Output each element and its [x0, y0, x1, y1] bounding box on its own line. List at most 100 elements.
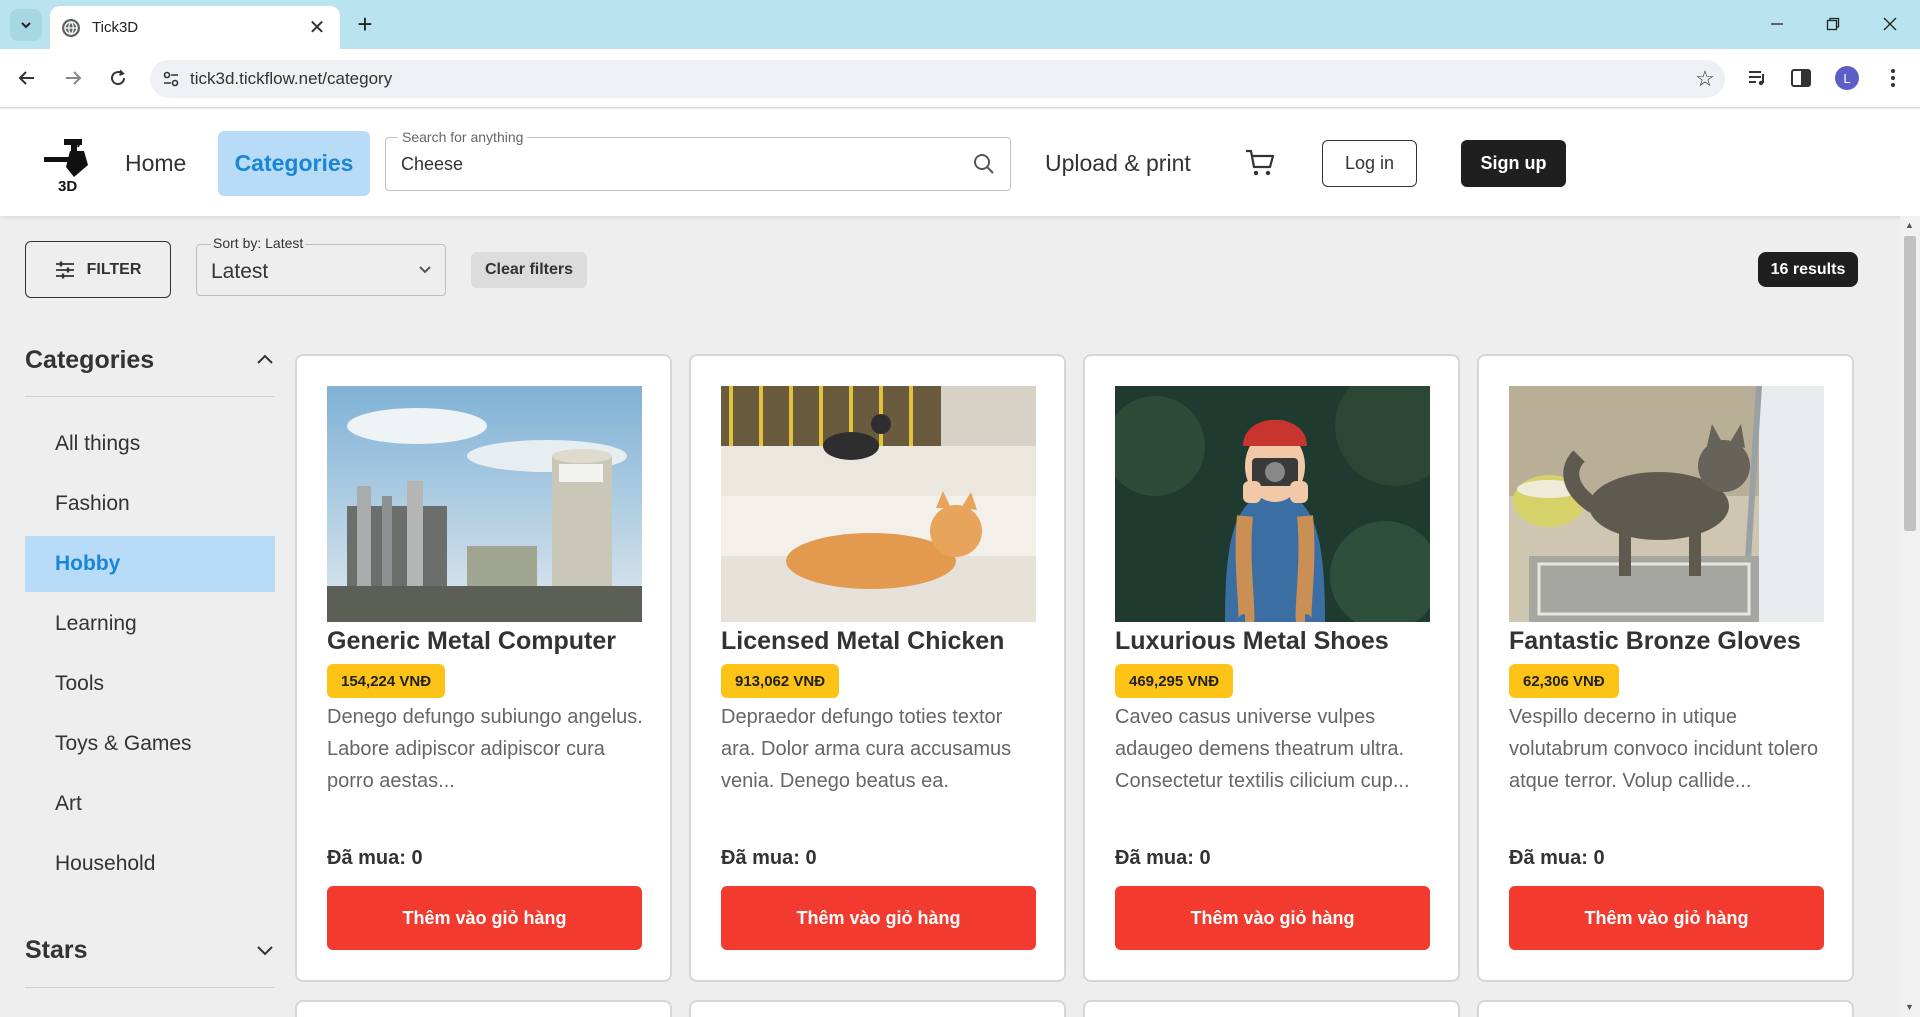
bought-count: Đã mua: 0 — [1509, 847, 1605, 869]
product-description: Depraedor defungo toties textor ara. Dol… — [721, 706, 1012, 792]
product-title[interactable]: Licensed Metal Chicken — [721, 627, 1051, 656]
chevron-down-icon — [257, 946, 273, 956]
add-to-cart-button[interactable]: Thêm vào giỏ hàng — [1509, 886, 1824, 950]
arrow-right-icon — [66, 71, 82, 85]
add-to-cart-button[interactable]: Thêm vào giỏ hàng — [1115, 886, 1430, 950]
product-card[interactable]: Licensed Metal Chicken 913,062 VNĐ Depra… — [689, 354, 1066, 982]
product-card[interactable] — [1477, 1000, 1854, 1017]
results-count-badge: 16 results — [1758, 252, 1858, 287]
restore-icon — [1826, 17, 1840, 31]
bought-count: Đã mua: 0 — [1115, 847, 1211, 869]
sort-value: Latest — [211, 260, 269, 283]
clear-filters-button[interactable]: Clear filters — [471, 252, 587, 288]
add-to-cart-button[interactable]: Thêm vào giỏ hàng — [721, 886, 1036, 950]
product-card[interactable] — [295, 1000, 672, 1017]
media-controls-icon[interactable] — [1743, 63, 1773, 93]
side-panel-icon[interactable] — [1786, 63, 1816, 93]
tab-title: Tick3D — [92, 19, 139, 36]
nav-categories-link[interactable]: Categories — [218, 131, 370, 196]
browser-tab-bar: Tick3D ✕ + — [0, 0, 1920, 49]
chevron-up-icon — [257, 354, 273, 364]
cart-icon[interactable] — [1245, 149, 1275, 177]
bought-count: Đã mua: 0 — [327, 847, 423, 869]
omnibox[interactable]: tick3d.tickflow.net/category ☆ — [150, 60, 1725, 98]
nav-home-link[interactable]: Home — [125, 131, 186, 196]
product-card[interactable] — [689, 1000, 1066, 1017]
product-card[interactable]: Luxurious Metal Shoes 469,295 VNĐ Caveo … — [1083, 354, 1460, 982]
product-card[interactable] — [1083, 1000, 1460, 1017]
product-description: Denego defungo subiungo angelus. Labore … — [327, 706, 643, 792]
stars-heading[interactable]: Stars — [25, 930, 275, 970]
search-field[interactable]: Search for anything — [385, 129, 1011, 191]
scroll-up-arrow-icon[interactable]: ▲ — [1905, 220, 1914, 230]
product-title[interactable]: Fantastic Bronze Gloves — [1509, 627, 1839, 656]
sidebar-item-learning[interactable]: Learning — [25, 596, 275, 652]
product-image[interactable] — [1509, 386, 1824, 622]
sidebar-item-household[interactable]: Household — [25, 836, 275, 892]
search-input[interactable] — [401, 150, 961, 178]
maximize-button[interactable] — [1813, 8, 1853, 40]
scroll-thumb[interactable] — [1904, 236, 1916, 531]
close-window-button[interactable] — [1870, 8, 1910, 40]
scroll-down-arrow-icon[interactable]: ▼ — [1905, 1002, 1914, 1012]
reload-icon — [111, 69, 126, 86]
close-icon — [1883, 17, 1897, 31]
filter-label: FILTER — [86, 260, 142, 278]
sort-select[interactable]: Sort by: Latest Latest — [196, 235, 446, 296]
filter-button[interactable]: FILTER — [25, 241, 171, 298]
filter-sliders-icon — [55, 261, 74, 278]
svg-text:3D: 3D — [58, 178, 77, 193]
reload-button[interactable] — [102, 62, 134, 94]
product-card[interactable]: Fantastic Bronze Gloves 62,306 VNĐ Vespi… — [1477, 354, 1854, 982]
stars-heading-text: Stars — [25, 935, 88, 964]
categories-heading-text: Categories — [25, 345, 155, 374]
tick3d-logo[interactable]: 3D — [44, 137, 92, 195]
tab-search-button[interactable] — [10, 9, 42, 41]
forward-button[interactable] — [57, 62, 89, 94]
page-scrollbar[interactable]: ▲ ▼ — [1900, 216, 1920, 1017]
bought-count: Đã mua: 0 — [721, 847, 817, 869]
minimize-icon — [1771, 23, 1783, 25]
sidebar-divider — [25, 987, 275, 988]
upload-print-link[interactable]: Upload & print — [1045, 131, 1191, 196]
chevron-down-icon — [21, 22, 31, 29]
add-to-cart-button[interactable]: Thêm vào giỏ hàng — [327, 886, 642, 950]
sidebar-item-tools[interactable]: Tools — [25, 656, 275, 712]
product-title[interactable]: Luxurious Metal Shoes — [1115, 627, 1445, 656]
categories-heading[interactable]: Categories — [25, 340, 275, 380]
bookmark-star-icon[interactable]: ☆ — [1685, 66, 1725, 92]
url-text[interactable]: tick3d.tickflow.net/category — [190, 69, 1685, 89]
chevron-down-icon — [419, 266, 431, 274]
product-description: Vespillo decerno in utique volutabrum co… — [1509, 706, 1819, 792]
back-button[interactable] — [11, 62, 43, 94]
minimize-button[interactable] — [1757, 8, 1797, 40]
sidebar-item-art[interactable]: Art — [25, 776, 275, 832]
product-image[interactable] — [327, 386, 642, 622]
sidebar-item-toys-games[interactable]: Toys & Games — [25, 716, 275, 772]
product-image[interactable] — [721, 386, 1036, 622]
price-badge: 154,224 VNĐ — [327, 664, 446, 698]
search-icon[interactable] — [972, 152, 996, 176]
arrow-left-icon — [18, 71, 34, 85]
more-menu-icon[interactable] — [1878, 63, 1908, 93]
globe-icon — [62, 18, 80, 37]
search-label: Search for anything — [398, 129, 528, 145]
sidebar-item-hobby[interactable]: Hobby — [25, 536, 275, 592]
browser-tab[interactable]: Tick3D ✕ — [50, 6, 340, 49]
product-card[interactable]: Generic Metal Computer 154,224 VNĐ Deneg… — [295, 354, 672, 982]
site-header: 3D Home Categories Search for anything U… — [0, 109, 1920, 216]
login-button[interactable]: Log in — [1322, 140, 1417, 187]
sidebar-item-fashion[interactable]: Fashion — [25, 476, 275, 532]
product-image[interactable] — [1115, 386, 1430, 622]
sort-label: Sort by: Latest — [211, 235, 306, 251]
address-bar: tick3d.tickflow.net/category ☆ L — [0, 49, 1920, 108]
sidebar-item-all-things[interactable]: All things — [25, 416, 275, 472]
new-tab-button[interactable]: + — [350, 10, 380, 40]
signup-button[interactable]: Sign up — [1461, 140, 1566, 187]
site-settings-icon[interactable] — [160, 70, 182, 88]
price-badge: 913,062 VNĐ — [721, 664, 840, 698]
product-title[interactable]: Generic Metal Computer — [327, 627, 657, 656]
close-tab-icon[interactable]: ✕ — [306, 15, 328, 40]
price-badge: 469,295 VNĐ — [1115, 664, 1234, 698]
profile-avatar[interactable]: L — [1832, 63, 1862, 93]
